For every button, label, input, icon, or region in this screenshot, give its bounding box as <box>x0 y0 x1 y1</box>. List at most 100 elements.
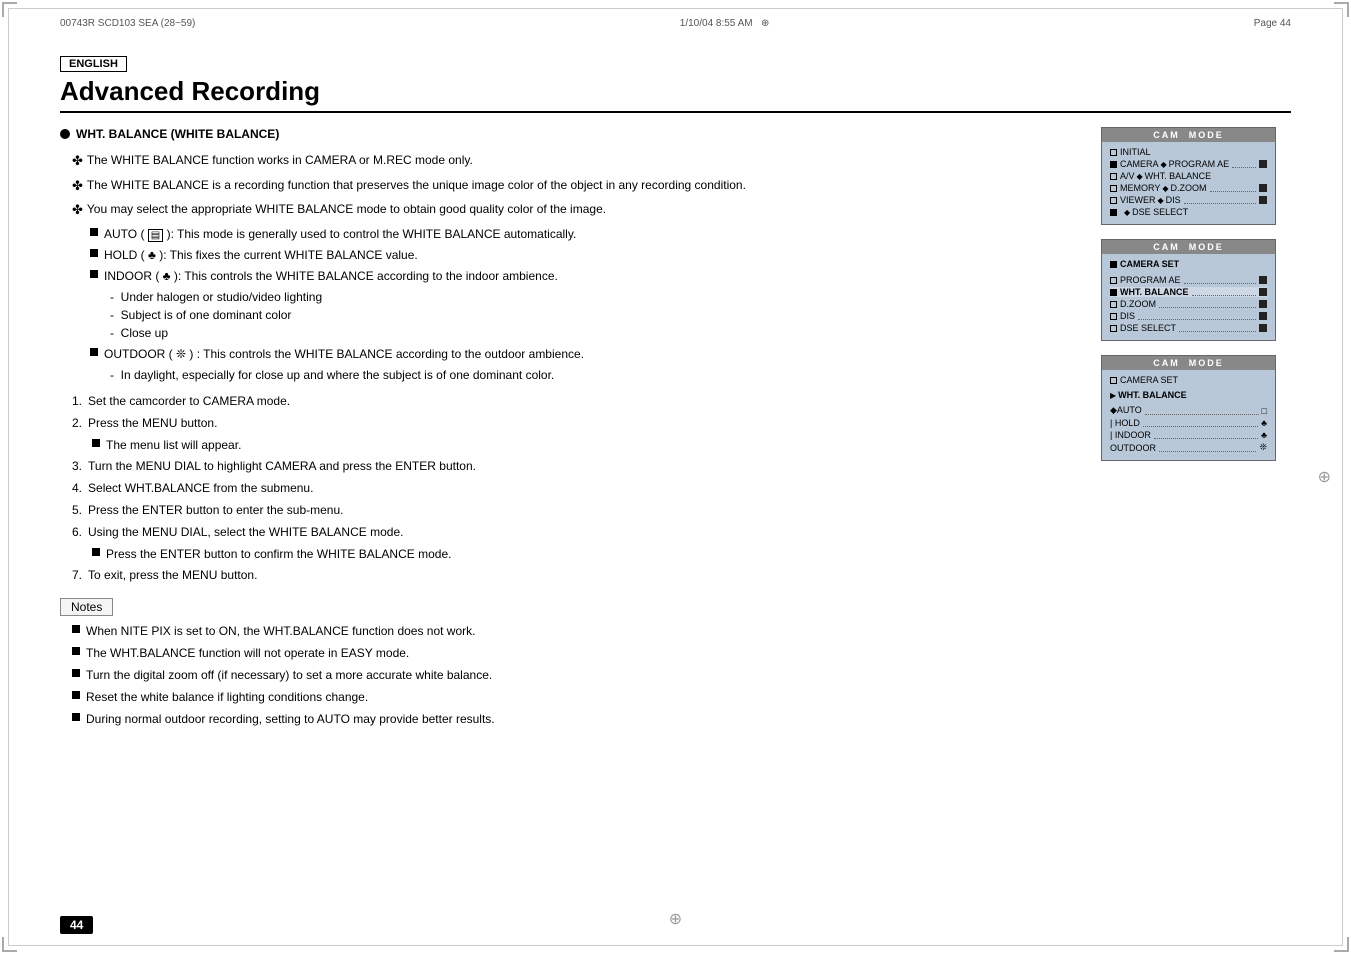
notes-label: Notes <box>60 598 113 616</box>
section-heading: WHT. BALANCE (WHITE BALANCE) <box>60 127 1081 141</box>
note-4-text: Reset the white balance if lighting cond… <box>86 688 368 706</box>
intro-text-2: The WHITE BALANCE is a recording functio… <box>87 176 746 196</box>
cam-dots-2 <box>1210 184 1257 192</box>
cam-icon-memory <box>1110 185 1117 192</box>
corner-br <box>1334 937 1349 952</box>
indoor-sub-list: - Under halogen or studio/video lighting… <box>90 288 1081 342</box>
step-4-text: Select WHT.BALANCE from the submenu. <box>88 479 313 497</box>
cam-end-1 <box>1259 160 1267 168</box>
cam2-dots-3 <box>1159 300 1256 308</box>
cam3-row-whtbal: ▶ WHT. BALANCE <box>1110 390 1267 400</box>
cam2-row-dsesel: DSE SELECT <box>1110 323 1267 333</box>
cam2-label-dsesel: DSE SELECT <box>1120 323 1176 333</box>
cam-icon-viewer <box>1110 197 1117 204</box>
left-border <box>8 8 9 946</box>
cam2-end-1 <box>1259 276 1267 284</box>
corner-tr <box>1334 2 1349 17</box>
cam3-row-hold: | HOLD ♣ <box>1110 418 1267 428</box>
step-3: 3. Turn the MENU DIAL to highlight CAMER… <box>72 457 1081 475</box>
header-left: 00743R SCD103 SEA (28~59) <box>60 18 195 29</box>
cam2-row-dzoom: D.ZOOM <box>1110 299 1267 309</box>
step-2: 2. Press the MENU button. <box>72 414 1081 432</box>
header-center: 1/10/04 8:55 AM ⊕ <box>680 18 770 29</box>
notes-list: When NITE PIX is set to ON, the WHT.BALA… <box>60 622 1081 728</box>
cam-panel-1-header: CAM MODE <box>1102 128 1275 142</box>
cam3-dots-1 <box>1145 407 1259 415</box>
cam2-end-5 <box>1259 324 1267 332</box>
note-1-text: When NITE PIX is set to ON, the WHT.BALA… <box>86 622 475 640</box>
cam-row-av: A/V ◆ WHT. BALANCE <box>1110 171 1267 181</box>
cam-icon-av <box>1110 173 1117 180</box>
note-2-bullet <box>72 647 80 655</box>
cam3-row-outdoor: OUTDOOR ❊ <box>1110 442 1267 453</box>
step-1-text: Set the camcorder to CAMERA mode. <box>88 392 290 410</box>
main-title: Advanced Recording <box>60 76 1291 113</box>
header-right: Page 44 <box>1254 18 1291 29</box>
cam2-label-dzoom: D.ZOOM <box>1120 299 1156 309</box>
cam2-row-cameraset: CAMERA SET <box>1110 259 1267 269</box>
cam2-dots-2 <box>1192 288 1257 296</box>
header-bar: 00743R SCD103 SEA (28~59) 1/10/04 8:55 A… <box>60 18 1291 29</box>
indoor-sub-3: - Close up <box>110 324 1081 342</box>
cam3-label-cameraset: CAMERA SET <box>1120 375 1178 385</box>
cam-row-dse: ◆ DSE SELECT <box>1110 207 1267 217</box>
cam-label-programae: PROGRAM AE <box>1169 159 1230 169</box>
step-4: 4. Select WHT.BALANCE from the submenu. <box>72 479 1081 497</box>
step-5: 5. Press the ENTER button to enter the s… <box>72 501 1081 519</box>
page-number: 44 <box>60 916 93 934</box>
cam-panel-1-body: INITIAL CAMERA ◆ PROGRAM AE A/V <box>1102 142 1275 224</box>
mode-indoor-bullet <box>90 270 98 278</box>
fleur-icon-2: ✤ <box>72 176 83 196</box>
note-4: Reset the white balance if lighting cond… <box>72 688 1081 706</box>
cam-row-viewer: VIEWER ◆ DIS <box>1110 195 1267 205</box>
mode-auto: AUTO ( ▤ ): This mode is generally used … <box>90 225 1081 243</box>
corner-tl <box>2 2 17 17</box>
right-crosshair: ⊕ <box>1318 467 1331 487</box>
cam3-icon <box>1110 377 1117 384</box>
notes-box: Notes When NITE PIX is set to ON, the WH… <box>60 598 1081 728</box>
step-2-sub: The menu list will appear. <box>72 436 1081 454</box>
cam2-end-2 <box>1259 288 1267 296</box>
note-5-text: During normal outdoor recording, setting… <box>86 710 495 728</box>
intro-item-1: ✤ The WHITE BALANCE function works in CA… <box>60 151 1081 171</box>
cam3-row-indoor: | INDOOR ♣ <box>1110 430 1267 440</box>
cam-icon-dse <box>1110 209 1117 216</box>
note-2: The WHT.BALANCE function will not operat… <box>72 644 1081 662</box>
note-1-bullet <box>72 625 80 633</box>
cam3-label-outdoor: OUTDOOR <box>1110 443 1156 453</box>
step-5-num: 5. <box>72 501 82 519</box>
section-heading-text: WHT. BALANCE (WHITE BALANCE) <box>76 127 279 141</box>
main-content: ENGLISH Advanced Recording WHT. BALANCE … <box>60 55 1291 894</box>
step-3-num: 3. <box>72 457 82 475</box>
bottom-border <box>8 945 1343 946</box>
notes-label-wrapper: Notes <box>60 598 1081 622</box>
cam3-dots-3 <box>1154 431 1258 439</box>
numbered-steps: 1. Set the camcorder to CAMERA mode. 2. … <box>60 392 1081 584</box>
step-6: 6. Using the MENU DIAL, select the WHITE… <box>72 523 1081 541</box>
mode-indoor: INDOOR ( ♣ ): This controls the WHITE BA… <box>90 267 1081 285</box>
mode-hold-text: HOLD ( ♣ ): This fixes the current WHITE… <box>104 246 418 264</box>
step-6-sub-text: Press the ENTER button to confirm the WH… <box>106 545 451 563</box>
cam3-dots-4 <box>1159 444 1256 452</box>
cam2-row-whtbal: WHT. BALANCE <box>1110 287 1267 297</box>
cam2-dots-1 <box>1184 276 1256 284</box>
mode-outdoor: OUTDOOR ( ❊ ) : This controls the WHITE … <box>90 345 1081 363</box>
mode-list: AUTO ( ▤ ): This mode is generally used … <box>60 225 1081 384</box>
cam2-icon-whtbal <box>1110 289 1117 296</box>
cam-label-memory: MEMORY <box>1120 183 1160 193</box>
cam-dots-3 <box>1184 196 1256 204</box>
note-3: Turn the digital zoom off (if necessary)… <box>72 666 1081 684</box>
outdoor-sub-list: - In daylight, especially for close up a… <box>90 366 1081 384</box>
note-4-bullet <box>72 691 80 699</box>
cam2-dots-5 <box>1179 324 1256 332</box>
bottom-crosshair: ⊕ <box>669 909 682 929</box>
step-6-sub: Press the ENTER button to confirm the WH… <box>72 545 1081 563</box>
step-2-text: Press the MENU button. <box>88 414 217 432</box>
intro-item-3: ✤ You may select the appropriate WHITE B… <box>60 200 1081 220</box>
cam2-icon-dzoom <box>1110 301 1117 308</box>
intro-text-1: The WHITE BALANCE function works in CAME… <box>87 151 473 171</box>
step-6-num: 6. <box>72 523 82 541</box>
cam-panel-2-header: CAM MODE <box>1102 240 1275 254</box>
cam2-label-cameraset: CAMERA SET <box>1120 259 1179 269</box>
cam-panel-1: CAM MODE INITIAL CAMERA ◆ PROGRAM AE <box>1101 127 1276 225</box>
